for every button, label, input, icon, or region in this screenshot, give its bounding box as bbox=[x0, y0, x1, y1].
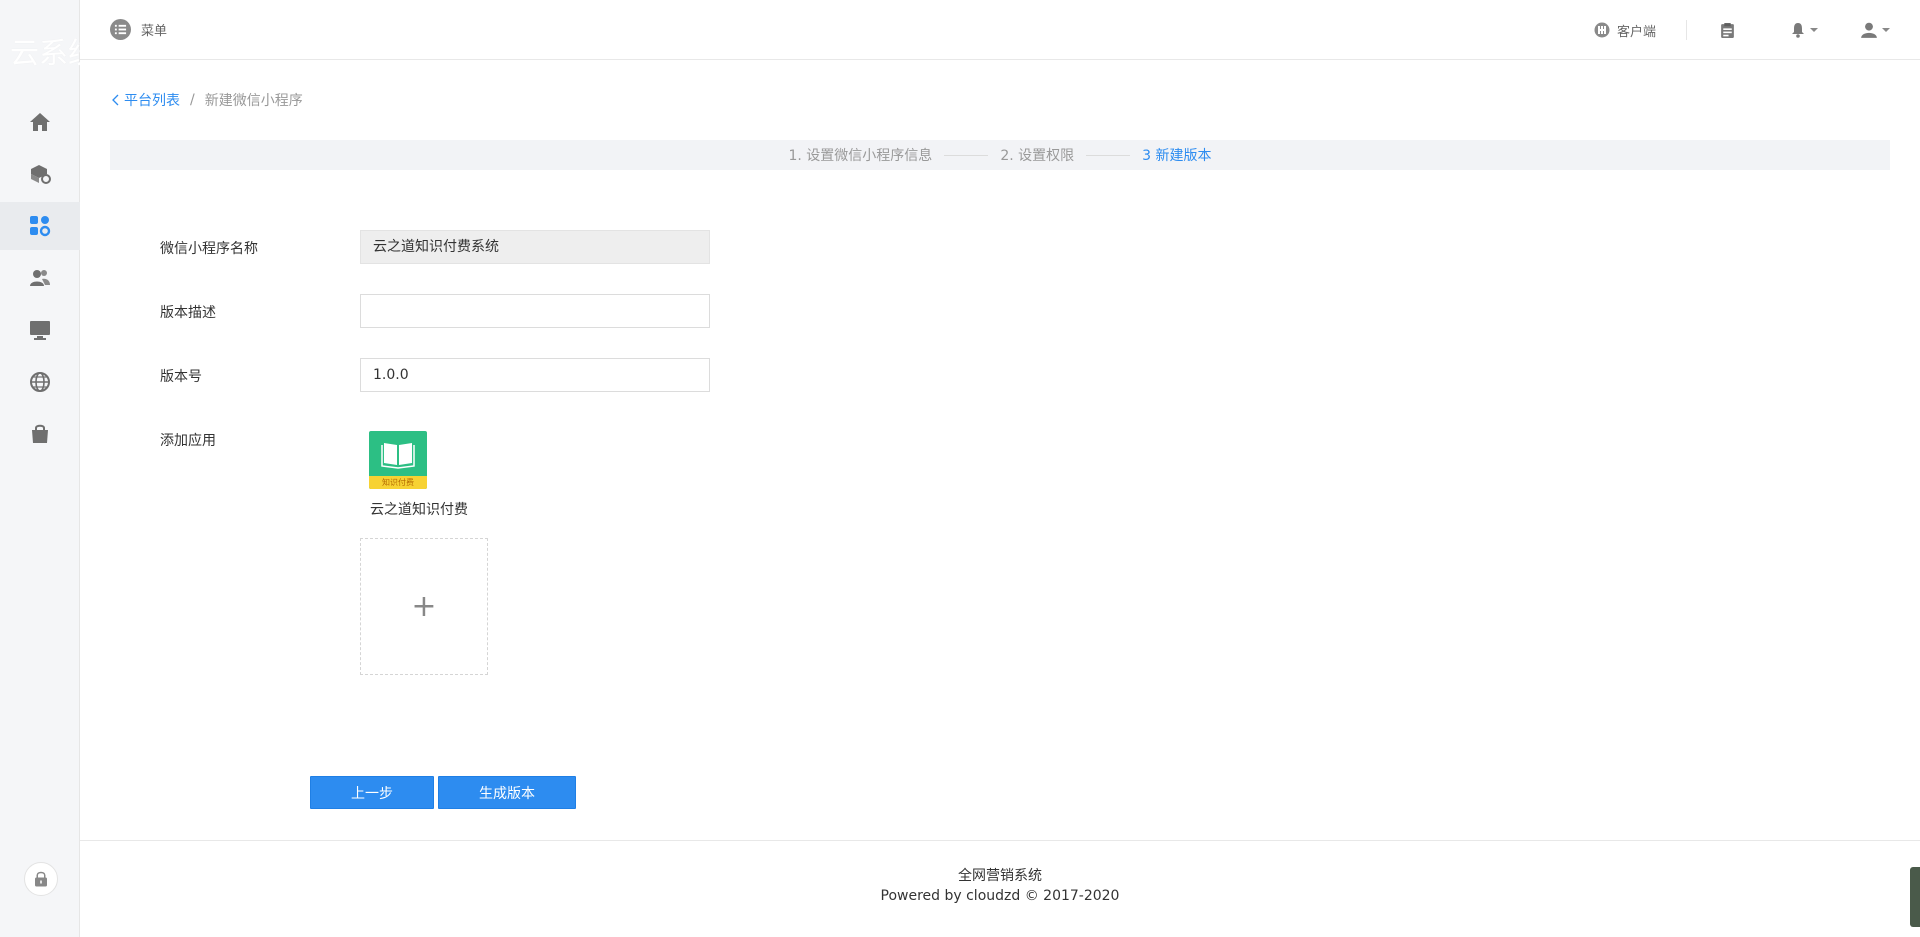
header-actions: 客户端 bbox=[1594, 0, 1920, 60]
sidebar-item-users[interactable] bbox=[0, 254, 80, 302]
version-number-input[interactable] bbox=[360, 358, 710, 392]
generate-version-button[interactable]: 生成版本 bbox=[438, 776, 576, 809]
client-icon bbox=[1594, 22, 1610, 38]
sidebar-item-apps[interactable] bbox=[0, 202, 80, 250]
user-menu-button[interactable] bbox=[1844, 21, 1920, 39]
breadcrumb-back-label: 平台列表 bbox=[124, 93, 180, 109]
clipboard-icon bbox=[1721, 22, 1734, 38]
notifications-button[interactable] bbox=[1766, 22, 1844, 38]
globe-icon bbox=[30, 372, 50, 392]
step-1: 1. 设置微信小程序信息 bbox=[788, 148, 933, 164]
add-apps-label: 添加应用 bbox=[160, 433, 216, 449]
breadcrumb-separator: / bbox=[190, 92, 195, 108]
app-card-knowledge-pay[interactable]: 知识付费 bbox=[369, 431, 427, 489]
footer-system-name: 全网营销系统 bbox=[958, 868, 1042, 884]
side-widget-handle[interactable] bbox=[1910, 867, 1920, 927]
miniprogram-name-label: 微信小程序名称 bbox=[160, 241, 258, 257]
app-badge: 知识付费 bbox=[369, 476, 427, 489]
clipboard-button[interactable] bbox=[1687, 22, 1766, 39]
sidebar-item-domains[interactable] bbox=[0, 358, 80, 406]
home-icon bbox=[30, 113, 50, 131]
version-description-label: 版本描述 bbox=[160, 305, 216, 321]
footer-divider bbox=[80, 840, 1920, 841]
app-name: 云之道知识付费 bbox=[370, 502, 468, 518]
chevron-left-icon bbox=[112, 94, 119, 106]
user-icon bbox=[1861, 22, 1877, 38]
add-app-button[interactable]: + bbox=[360, 538, 488, 675]
shopping-bag-icon bbox=[32, 424, 48, 443]
sidebar-item-monitor[interactable] bbox=[0, 306, 80, 354]
list-menu-icon bbox=[110, 19, 131, 40]
plus-icon: + bbox=[411, 589, 437, 624]
miniprogram-name-field: 云之道知识付费系统 bbox=[360, 230, 710, 264]
step-2: 2. 设置权限 bbox=[1000, 148, 1075, 164]
chevron-down-icon bbox=[1882, 28, 1890, 32]
client-label: 客户端 bbox=[1616, 24, 1656, 40]
apps-settings-icon bbox=[30, 216, 51, 237]
monitor-icon bbox=[30, 321, 50, 340]
bell-icon bbox=[1792, 23, 1804, 38]
breadcrumb-back-link[interactable]: 平台列表 bbox=[112, 90, 180, 110]
lock-screen-button[interactable] bbox=[24, 862, 58, 896]
brand-logo-text: 云系统 bbox=[10, 36, 80, 70]
sidebar-item-shop[interactable] bbox=[0, 410, 80, 458]
version-number-label: 版本号 bbox=[160, 369, 202, 385]
breadcrumb: 平台列表 / 新建微信小程序 bbox=[112, 90, 303, 110]
top-header: 菜单 客户端 bbox=[80, 0, 1920, 60]
users-icon bbox=[30, 270, 50, 286]
open-book-icon bbox=[381, 443, 415, 469]
sidebar-item-home[interactable] bbox=[0, 98, 80, 146]
sidebar: 云系统 bbox=[0, 0, 80, 937]
wizard-steps: 1. 设置微信小程序信息 2. 设置权限 3 新建版本 bbox=[110, 140, 1890, 170]
client-button[interactable]: 客户端 bbox=[1594, 20, 1687, 40]
footer-copyright: Powered by cloudzd © 2017-2020 bbox=[880, 888, 1120, 904]
step-connector bbox=[1086, 154, 1131, 156]
step-connector bbox=[944, 154, 989, 156]
box-settings-icon bbox=[31, 165, 51, 184]
previous-step-button[interactable]: 上一步 bbox=[310, 776, 434, 809]
menu-toggle-button[interactable]: 菜单 bbox=[110, 19, 167, 40]
version-description-input[interactable] bbox=[360, 294, 710, 328]
lock-icon bbox=[35, 871, 47, 887]
menu-label: 菜单 bbox=[141, 24, 168, 39]
step-3: 3 新建版本 bbox=[1142, 148, 1212, 164]
footer: 全网营销系统 Powered by cloudzd © 2017-2020 bbox=[80, 866, 1920, 906]
chevron-down-icon bbox=[1810, 28, 1818, 32]
app-root: 云系统 菜单 bbox=[0, 0, 1920, 937]
breadcrumb-current: 新建微信小程序 bbox=[204, 93, 303, 109]
sidebar-item-products[interactable] bbox=[0, 150, 80, 198]
